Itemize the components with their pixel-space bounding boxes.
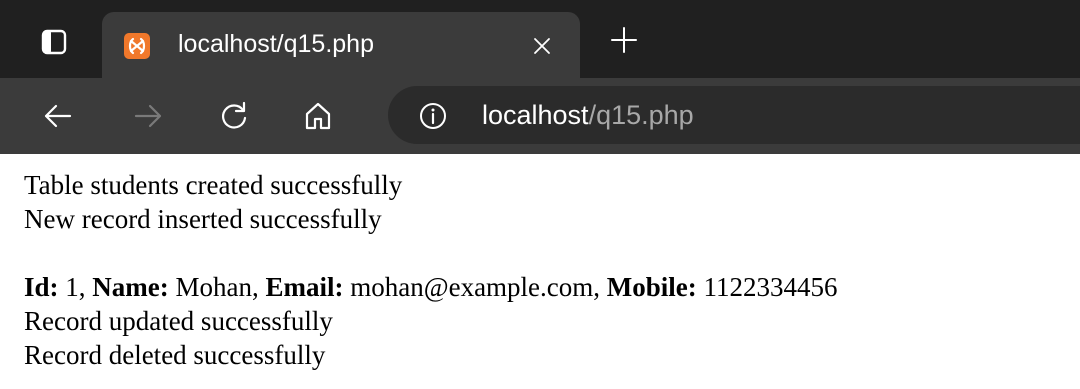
id-value: 1, [58, 272, 93, 302]
close-icon [534, 38, 550, 54]
xampp-favicon [124, 33, 150, 59]
plus-icon [611, 27, 637, 53]
status-line: Record deleted successfully [24, 340, 326, 370]
forward-button[interactable] [128, 96, 168, 136]
email-value: mohan@example.com, [343, 272, 607, 302]
back-arrow-icon [44, 104, 72, 128]
refresh-icon [222, 101, 247, 129]
tab-title: localhost/q15.php [178, 30, 374, 58]
status-line: Record updated successfully [24, 306, 333, 336]
name-value: Mohan, [168, 272, 266, 302]
name-label: Name: [92, 272, 169, 302]
browser-window: localhost/q15.php localhost/q15.php Tabl… [0, 0, 1080, 389]
tab-close-button[interactable] [528, 32, 556, 60]
page-content: Table students created successfully New … [24, 168, 1064, 372]
url-path: /q15.php [588, 100, 694, 130]
line-break [24, 236, 1064, 270]
refresh-button[interactable] [214, 96, 254, 136]
info-icon[interactable] [418, 101, 448, 131]
tab-active[interactable]: localhost/q15.php [102, 12, 580, 78]
home-button[interactable] [298, 96, 338, 136]
tab-actions-icon [41, 29, 67, 55]
address-bar[interactable]: localhost/q15.php [388, 86, 1080, 144]
record-line: Id: 1, Name: Mohan, Email: mohan@example… [24, 270, 1064, 304]
home-icon [305, 102, 331, 130]
tab-actions-button[interactable] [34, 22, 74, 62]
url-host: localhost [482, 100, 589, 130]
id-label: Id: [24, 272, 59, 302]
back-button[interactable] [38, 96, 78, 136]
forward-arrow-icon [134, 104, 162, 128]
status-line: Table students created successfully [24, 170, 403, 200]
url-text[interactable]: localhost/q15.php [482, 100, 694, 131]
mobile-value: 1122334456 [696, 272, 838, 302]
mobile-label: Mobile: [606, 272, 697, 302]
email-label: Email: [265, 272, 344, 302]
status-line: New record inserted successfully [24, 204, 382, 234]
browser-toolbar: localhost/q15.php [0, 78, 1080, 154]
new-tab-button[interactable] [608, 24, 640, 56]
tab-strip: localhost/q15.php [0, 0, 1080, 78]
